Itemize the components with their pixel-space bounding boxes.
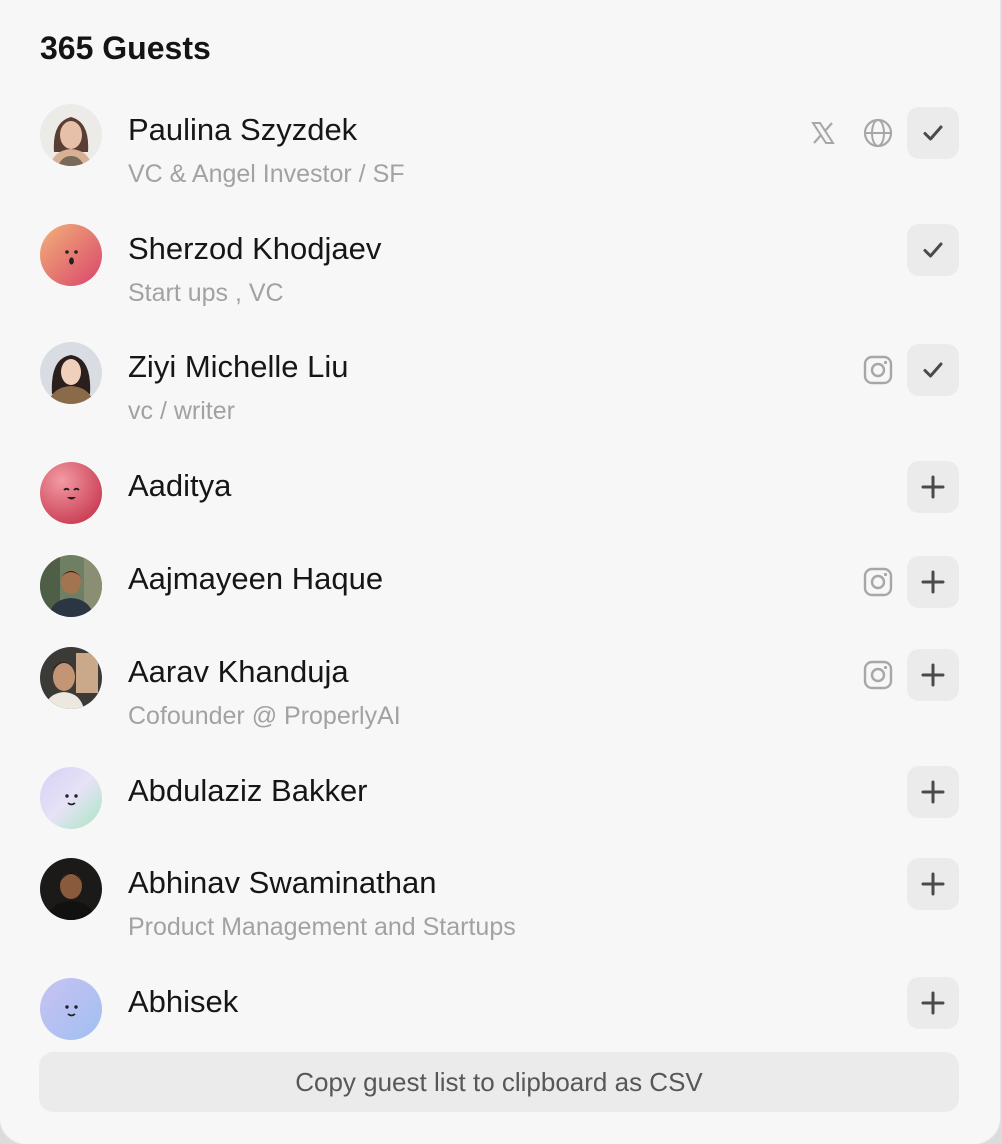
globe-icon[interactable] xyxy=(860,115,896,151)
added-check-button[interactable] xyxy=(907,344,959,396)
guest-name[interactable]: Aarav Khanduja xyxy=(128,654,349,690)
add-guest-button[interactable] xyxy=(907,556,959,608)
guest-name[interactable]: Abhisek xyxy=(128,984,238,1020)
add-guest-button[interactable] xyxy=(907,977,959,1029)
add-guest-button[interactable] xyxy=(907,649,959,701)
guest-count-title: 365 Guests xyxy=(40,30,211,66)
plus-icon xyxy=(921,663,945,687)
guest-name[interactable]: Paulina Szyzdek xyxy=(128,112,357,148)
plus-icon xyxy=(921,570,945,594)
x-icon[interactable] xyxy=(805,115,841,151)
copy-csv-button[interactable]: Copy guest list to clipboard as CSV xyxy=(39,1052,959,1112)
guest-name[interactable]: Aajmayeen Haque xyxy=(128,561,383,597)
avatar[interactable] xyxy=(40,224,102,286)
guest-subtitle: VC & Angel Investor / SF xyxy=(128,160,405,188)
guest-subtitle: Product Management and Startups xyxy=(128,913,516,941)
avatar[interactable] xyxy=(40,647,102,709)
added-check-button[interactable] xyxy=(907,224,959,276)
guest-subtitle: Cofounder @ ProperlyAI xyxy=(128,702,401,730)
avatar[interactable] xyxy=(40,104,102,166)
add-guest-button[interactable] xyxy=(907,461,959,513)
plus-icon xyxy=(921,780,945,804)
plus-icon xyxy=(921,475,945,499)
guest-subtitle: Start ups , VC xyxy=(128,279,284,307)
avatar[interactable] xyxy=(40,342,102,404)
plus-icon xyxy=(921,991,945,1015)
guest-name[interactable]: Aaditya xyxy=(128,468,231,504)
avatar[interactable] xyxy=(40,978,102,1040)
avatar[interactable] xyxy=(40,555,102,617)
avatar[interactable] xyxy=(40,858,102,920)
instagram-icon[interactable] xyxy=(860,352,896,388)
guest-name[interactable]: Abdulaziz Bakker xyxy=(128,773,368,809)
guest-name[interactable]: Sherzod Khodjaev xyxy=(128,231,381,267)
avatar[interactable] xyxy=(40,767,102,829)
add-guest-button[interactable] xyxy=(907,858,959,910)
guest-list-modal: 365 Guests Paulina Szyzdek VC & Angel In… xyxy=(0,0,1000,1144)
plus-icon xyxy=(921,872,945,896)
avatar[interactable] xyxy=(40,462,102,524)
check-icon xyxy=(923,242,943,258)
instagram-icon[interactable] xyxy=(860,657,896,693)
instagram-icon[interactable] xyxy=(860,564,896,600)
guest-name[interactable]: Ziyi Michelle Liu xyxy=(128,349,349,385)
guest-name[interactable]: Abhinav Swaminathan xyxy=(128,865,436,901)
check-icon xyxy=(923,125,943,141)
check-icon xyxy=(923,362,943,378)
add-guest-button[interactable] xyxy=(907,766,959,818)
guest-subtitle: vc / writer xyxy=(128,397,235,425)
added-check-button[interactable] xyxy=(907,107,959,159)
